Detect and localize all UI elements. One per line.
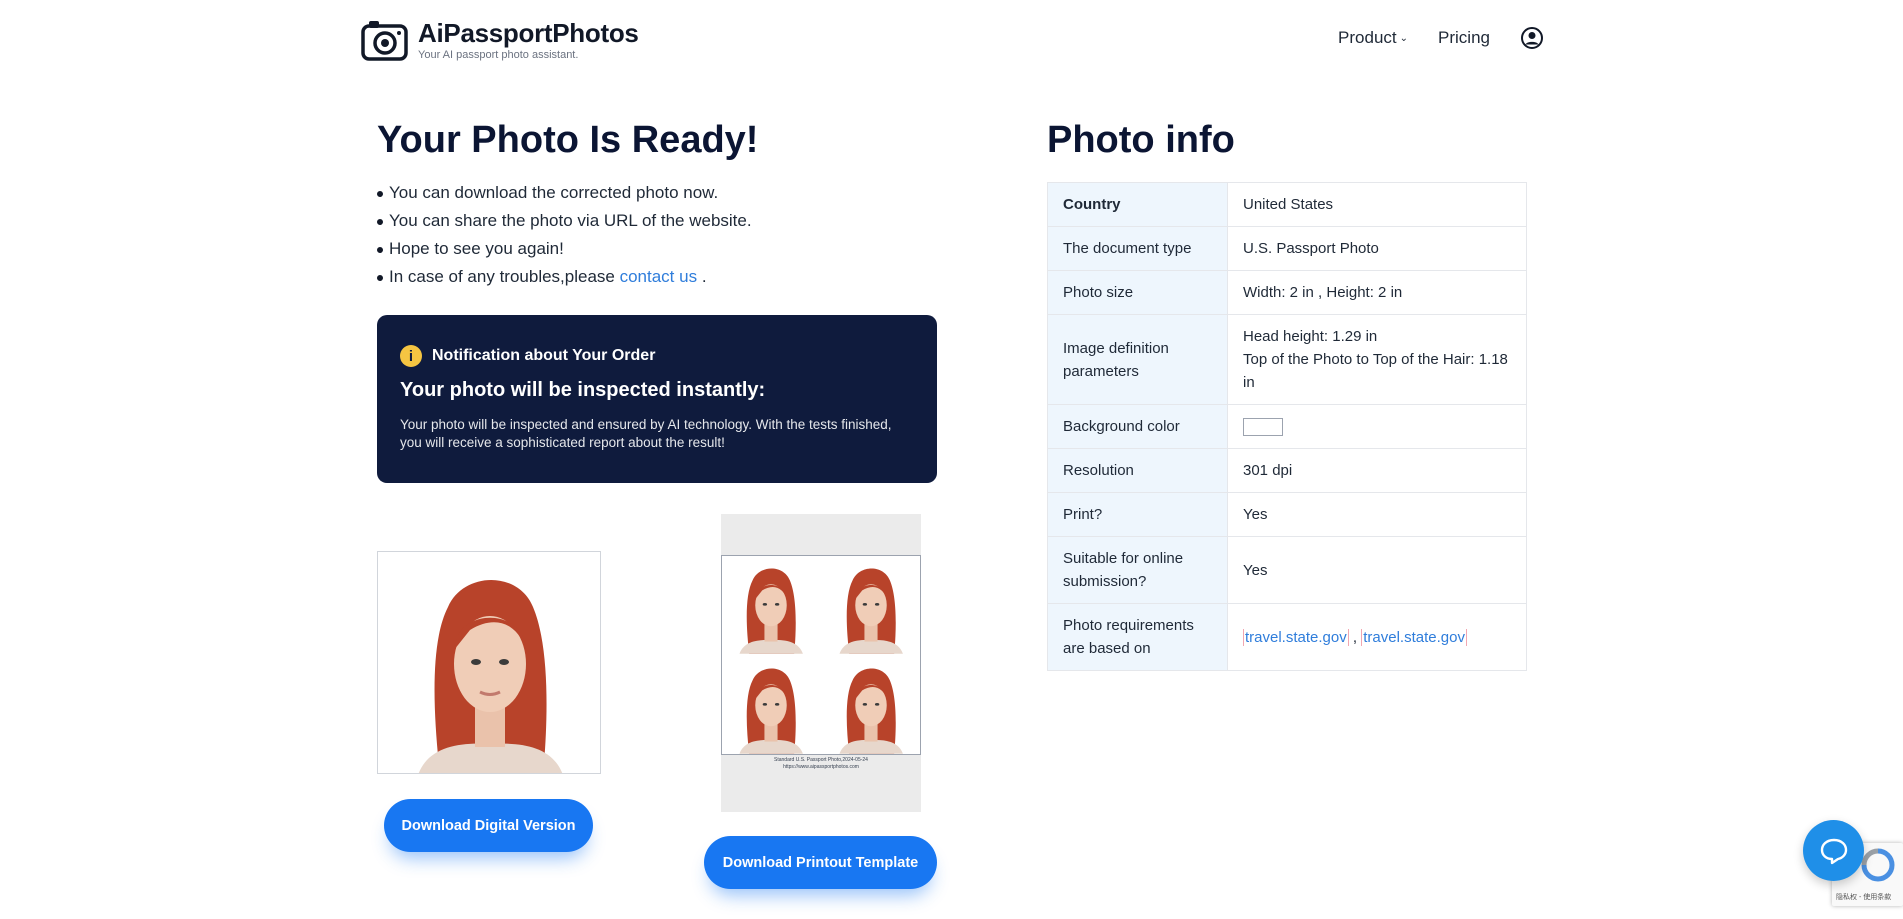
- table-row: The document type U.S. Passport Photo: [1047, 226, 1527, 271]
- brand-logo[interactable]: AiPassportPhotos Your AI passport photo …: [361, 18, 639, 62]
- contact-us-link[interactable]: contact us: [620, 267, 698, 286]
- row-key: Resolution: [1047, 448, 1228, 493]
- photo-grid: [721, 555, 921, 755]
- row-key: Photo requirements are based on: [1047, 603, 1228, 671]
- page-title: Your Photo Is Ready!: [377, 119, 759, 161]
- row-value: 301 dpi: [1227, 448, 1527, 493]
- list-item: In case of any troubles,please contact u…: [377, 263, 937, 291]
- row-value: U.S. Passport Photo: [1227, 226, 1527, 271]
- info-list: You can download the corrected photo now…: [377, 179, 937, 291]
- download-digital-button[interactable]: Download Digital Version: [384, 799, 593, 852]
- site-header: AiPassportPhotos Your AI passport photo …: [0, 0, 1903, 80]
- trouble-suffix: .: [697, 267, 707, 286]
- info-icon: i: [400, 345, 422, 367]
- order-notification: i Notification about Your Order Your pho…: [377, 315, 937, 483]
- sheet-photo: [821, 655, 920, 754]
- sheet-photo: [821, 556, 920, 655]
- row-key: Suitable for online submission?: [1047, 536, 1228, 604]
- head-height-value: Head height: 1.29 in: [1243, 328, 1378, 345]
- nav-product[interactable]: Product ⌄: [1338, 28, 1408, 48]
- row-key: Photo size: [1047, 270, 1228, 315]
- nav-pricing-label: Pricing: [1438, 28, 1490, 47]
- link-separator: ,: [1348, 628, 1362, 646]
- table-row: Country United States: [1047, 182, 1527, 227]
- table-row: Print? Yes: [1047, 492, 1527, 537]
- photo-info-table: Country United States The document type …: [1047, 182, 1527, 671]
- list-item: You can download the corrected photo now…: [377, 179, 937, 207]
- digital-photo-preview: [377, 551, 601, 774]
- printout-template-preview: Standard U.S. Passport Photo,2024-05-24 …: [721, 514, 921, 812]
- requirement-link[interactable]: travel.state.gov: [1243, 628, 1349, 646]
- row-key: The document type: [1047, 226, 1228, 271]
- background-color-swatch: [1243, 418, 1283, 437]
- row-value: Head height: 1.29 in Top of the Photo to…: [1227, 314, 1527, 405]
- table-row: Resolution 301 dpi: [1047, 448, 1527, 493]
- row-value: travel.state.gov , travel.state.gov: [1227, 603, 1527, 671]
- row-value: United States: [1227, 182, 1527, 227]
- sheet-caption-title: Standard U.S. Passport Photo,2024-05-24: [774, 757, 868, 763]
- portrait-image: [378, 552, 600, 773]
- notification-headline: Your photo will be inspected instantly:: [400, 379, 766, 401]
- sheet-caption: Standard U.S. Passport Photo,2024-05-24 …: [721, 757, 921, 771]
- chat-button[interactable]: [1803, 820, 1864, 881]
- nav-product-label: Product: [1338, 28, 1397, 47]
- photo-info-panel: Photo info Country United States The doc…: [1047, 115, 1527, 671]
- row-value: [1227, 404, 1527, 449]
- row-key: Country: [1047, 182, 1228, 227]
- brand-name: AiPassportPhotos: [418, 18, 639, 48]
- photo-info-title: Photo info: [1047, 119, 1235, 161]
- recaptcha-icon: [1861, 848, 1895, 882]
- sheet-photo: [722, 655, 821, 754]
- chat-bubble-icon: [1820, 838, 1847, 864]
- nav-pricing[interactable]: Pricing: [1438, 28, 1490, 48]
- row-key: Print?: [1047, 492, 1228, 537]
- camera-logo-icon: [361, 21, 408, 61]
- recaptcha-terms: 隐私权 - 使用条款: [1836, 894, 1892, 901]
- download-printout-button[interactable]: Download Printout Template: [704, 836, 937, 889]
- list-item: Hope to see you again!: [377, 235, 937, 263]
- chevron-down-icon: ⌄: [1399, 32, 1409, 44]
- main-nav: Product ⌄ Pricing: [1338, 26, 1544, 50]
- top-to-hair-value: Top of the Photo to Top of the Hair: 1.1…: [1243, 351, 1508, 391]
- table-row: Photo size Width: 2 in , Height: 2 in: [1047, 270, 1527, 315]
- row-value: Width: 2 in , Height: 2 in: [1227, 270, 1527, 315]
- table-row: Image definition parameters Head height:…: [1047, 314, 1527, 405]
- table-row: Suitable for online submission? Yes: [1047, 536, 1527, 604]
- row-value: Yes: [1227, 492, 1527, 537]
- brand-tagline: Your AI passport photo assistant.: [418, 49, 579, 61]
- notification-title: Notification about Your Order: [432, 347, 656, 364]
- sheet-photo: [722, 556, 821, 655]
- user-circle-icon[interactable]: [1520, 26, 1544, 50]
- list-item: You can share the photo via URL of the w…: [377, 207, 937, 235]
- result-panel: Your Photo Is Ready! You can download th…: [377, 115, 937, 483]
- sheet-caption-url: https://www.aipassportphotos.com: [783, 764, 859, 770]
- row-value: Yes: [1227, 536, 1527, 604]
- trouble-text: In case of any troubles,please: [389, 267, 620, 286]
- row-key: Image definition parameters: [1047, 314, 1228, 405]
- notification-body: Your photo will be inspected and ensured…: [400, 417, 892, 450]
- row-key: Background color: [1047, 404, 1228, 449]
- table-row: Background color: [1047, 404, 1527, 449]
- requirement-link[interactable]: travel.state.gov: [1361, 628, 1467, 646]
- table-row: Photo requirements are based on travel.s…: [1047, 603, 1527, 671]
